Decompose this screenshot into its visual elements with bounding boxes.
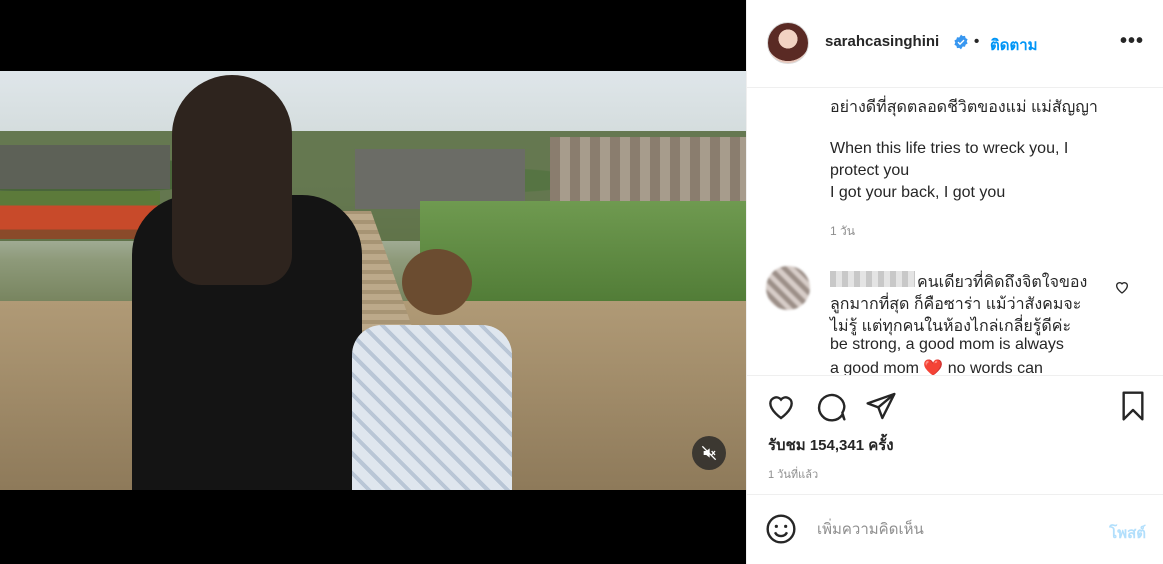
avatar[interactable]: [767, 22, 809, 64]
share-icon[interactable]: [865, 390, 897, 422]
comment-icon[interactable]: [815, 390, 847, 422]
post-video[interactable]: [0, 71, 746, 490]
video-scene-boy: [352, 249, 512, 490]
mute-icon: [701, 445, 717, 461]
comment-input[interactable]: [817, 515, 1077, 543]
comments-list[interactable]: อย่างดีที่สุดตลอดชีวิตของแม่ แม่สัญญา Wh…: [747, 89, 1163, 375]
video-scene-mother: [132, 75, 362, 490]
post-header: sarahcasinghini • ติดตาม •••: [747, 0, 1163, 88]
like-comment-heart-icon[interactable]: [1114, 279, 1130, 295]
mute-button[interactable]: [692, 436, 726, 470]
caption-text: อย่างดีที่สุดตลอดชีวิตของแม่ แม่สัญญา: [830, 99, 1098, 116]
commenter-avatar[interactable]: [766, 266, 810, 310]
media-panel: [0, 0, 746, 564]
separator: •: [974, 33, 980, 50]
add-comment-bar: โพสต์: [747, 494, 1163, 564]
video-scene-hut: [355, 149, 525, 209]
bookmark-icon[interactable]: [1117, 390, 1149, 422]
comment-text: be strong, a good mom is always: [830, 336, 1064, 353]
caption-text: I got your back, I got you: [830, 184, 1006, 201]
comment-text: a good mom ❤️ no words can: [830, 360, 1043, 375]
video-scene-hut: [550, 137, 746, 207]
post-modal: sarahcasinghini • ติดตาม ••• อย่างดีที่ส…: [0, 0, 1163, 564]
post-side-panel: sarahcasinghini • ติดตาม ••• อย่างดีที่ส…: [746, 0, 1163, 564]
emoji-icon[interactable]: [765, 513, 797, 545]
caption-text: protect you: [830, 162, 910, 179]
post-timestamp[interactable]: 1 วันที่แล้ว: [768, 465, 818, 483]
post-comment-button[interactable]: โพสต์: [1109, 521, 1146, 545]
more-options-button[interactable]: •••: [1120, 30, 1144, 53]
verified-icon: [954, 34, 968, 50]
heart-icon[interactable]: [765, 390, 797, 422]
caption-timestamp[interactable]: 1 วัน: [830, 222, 855, 241]
commenter-username-blurred[interactable]: [830, 271, 915, 287]
view-count[interactable]: รับชม 154,341 ครั้ง: [768, 433, 894, 457]
post-actions: รับชม 154,341 ครั้ง 1 วันที่แล้ว โพสต์: [747, 375, 1163, 560]
follow-button[interactable]: ติดตาม: [990, 33, 1038, 57]
username[interactable]: sarahcasinghini: [825, 33, 939, 50]
caption-text: When this life tries to wreck you, I: [830, 140, 1069, 157]
